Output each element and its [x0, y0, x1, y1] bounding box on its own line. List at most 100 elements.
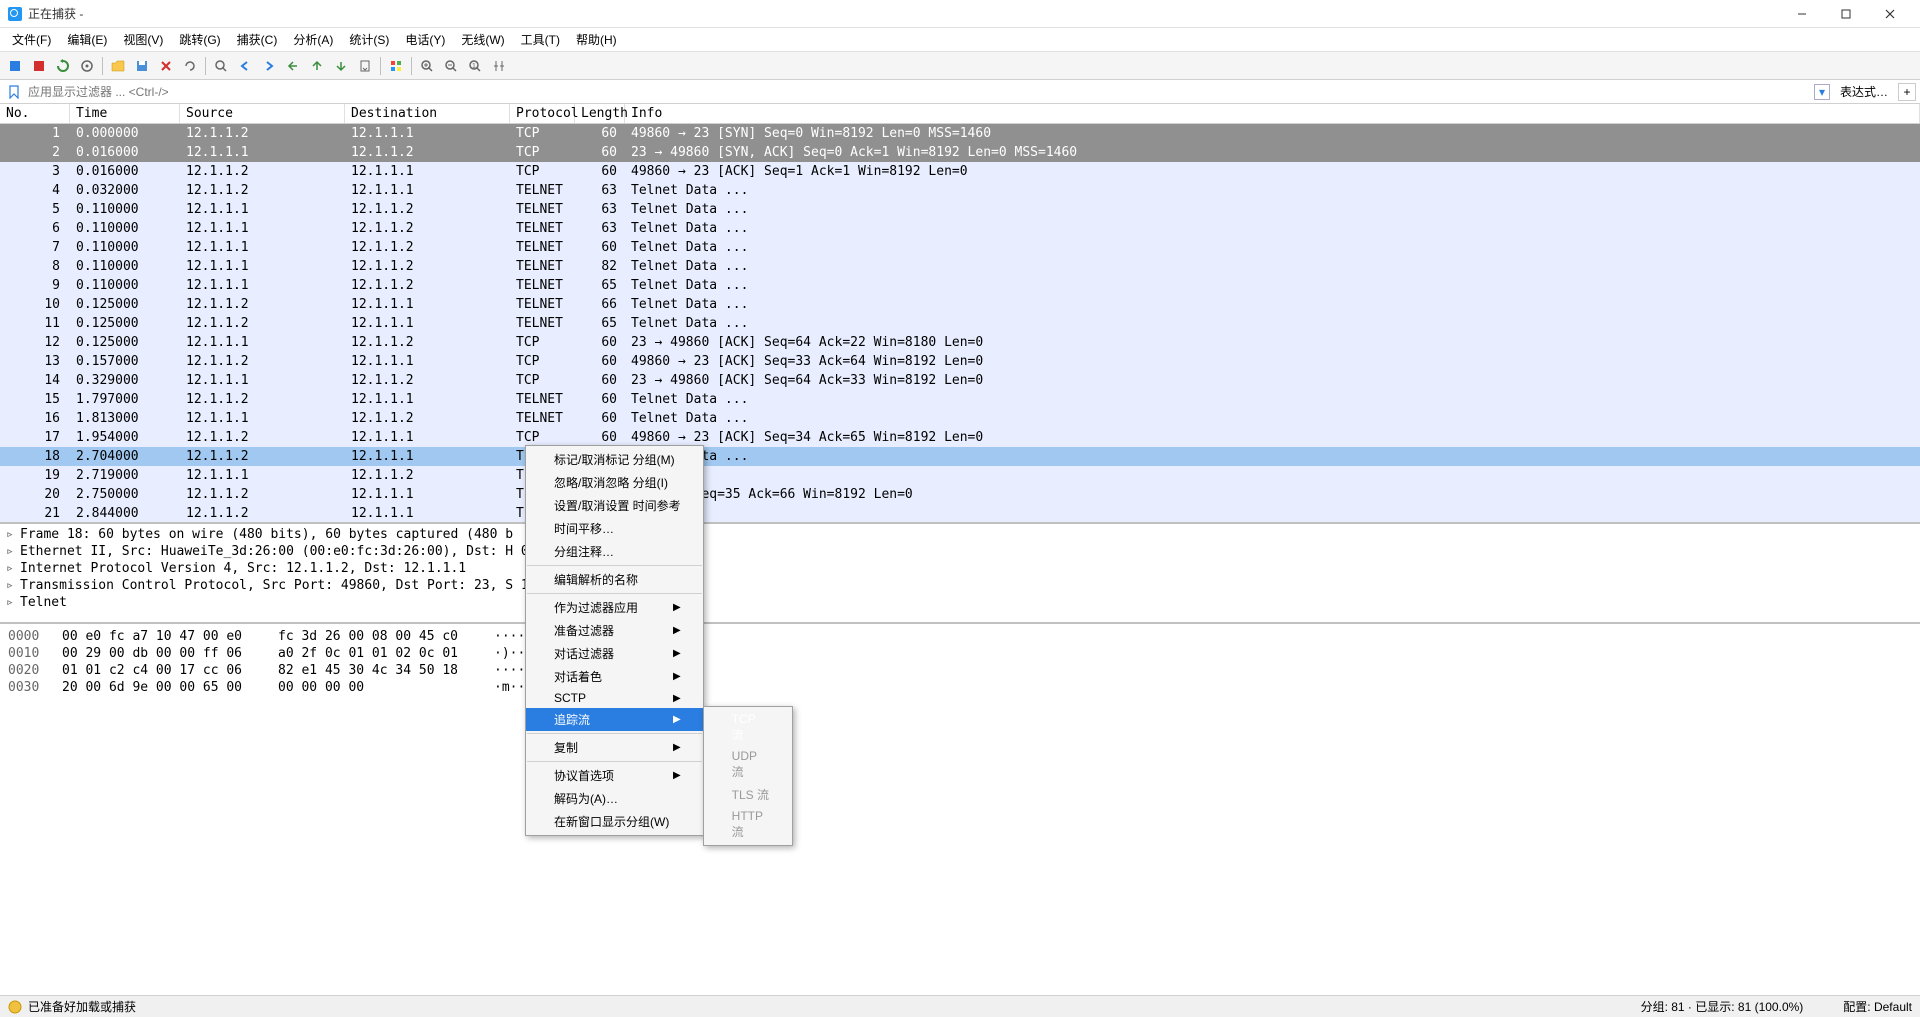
packet-row[interactable]: 192.71900012.1.1.112.1.1.2TELNET ta ...	[0, 466, 1920, 485]
col-length[interactable]: Length	[575, 104, 625, 123]
menu-capture[interactable]: 捕获(C)	[229, 29, 286, 50]
ctx-mark[interactable]: 标记/取消标记 分组(M)	[526, 448, 703, 471]
ctx-ignore[interactable]: 忽略/取消忽略 分组(I)	[526, 471, 703, 494]
menu-edit[interactable]: 编辑(E)	[59, 29, 115, 50]
ctx-convcolor[interactable]: 对话着色▶	[526, 665, 703, 688]
zoom-out-icon[interactable]	[440, 55, 462, 77]
detail-row[interactable]: Frame 18: 60 bytes on wire (480 bits), 6…	[2, 526, 1918, 543]
packet-row[interactable]: 182.70400012.1.1.212.1.1.1TELNET60Telnet…	[0, 447, 1920, 466]
packet-row[interactable]: 90.11000012.1.1.112.1.1.2TELNET65Telnet …	[0, 276, 1920, 295]
colorize-icon[interactable]	[385, 55, 407, 77]
ctx-comment[interactable]: 分组注释…	[526, 540, 703, 563]
bookmark-icon[interactable]	[4, 82, 24, 102]
packet-row[interactable]: 30.01600012.1.1.212.1.1.1TCP6049860 → 23…	[0, 162, 1920, 181]
menu-file[interactable]: 文件(F)	[4, 29, 59, 50]
maximize-button[interactable]	[1824, 0, 1868, 28]
packet-row[interactable]: 161.81300012.1.1.112.1.1.2TELNET60Telnet…	[0, 409, 1920, 428]
packet-row[interactable]: 151.79700012.1.1.212.1.1.1TELNET60Telnet…	[0, 390, 1920, 409]
packet-row[interactable]: 100.12500012.1.1.212.1.1.1TELNET66Telnet…	[0, 295, 1920, 314]
save-file-icon[interactable]	[131, 55, 153, 77]
ctx-sctp[interactable]: SCTP▶	[526, 688, 703, 708]
menu-wireless[interactable]: 无线(W)	[453, 29, 512, 50]
close-button[interactable]	[1868, 0, 1912, 28]
follow-tcp[interactable]: TCP 流	[704, 709, 792, 746]
packet-row[interactable]: 80.11000012.1.1.112.1.1.2TELNET82Telnet …	[0, 257, 1920, 276]
packet-list-header: No. Time Source Destination Protocol Len…	[0, 104, 1920, 124]
close-file-icon[interactable]	[155, 55, 177, 77]
add-filter-button[interactable]: +	[1898, 83, 1916, 101]
goto-packet-icon[interactable]	[282, 55, 304, 77]
hex-row[interactable]: 003020 00 6d 9e 00 00 65 0000 00 00 00 ·…	[8, 679, 1912, 696]
packet-row[interactable]: 40.03200012.1.1.212.1.1.1TELNET63Telnet …	[0, 181, 1920, 200]
ctx-copy[interactable]: 复制▶	[526, 736, 703, 759]
menu-help[interactable]: 帮助(H)	[568, 29, 625, 50]
ctx-asfilter[interactable]: 作为过滤器应用▶	[526, 596, 703, 619]
ctx-timeref[interactable]: 设置/取消设置 时间参考	[526, 494, 703, 517]
menu-tools[interactable]: 工具(T)	[513, 29, 568, 50]
hex-pane[interactable]: 000000 e0 fc a7 10 47 00 e0fc 3d 26 00 0…	[0, 624, 1920, 995]
reload-icon[interactable]	[179, 55, 201, 77]
go-first-icon[interactable]	[306, 55, 328, 77]
filter-dropdown-icon[interactable]: ▾	[1814, 84, 1830, 100]
detail-row[interactable]: Internet Protocol Version 4, Src: 12.1.1…	[2, 560, 1918, 577]
packet-row[interactable]: 120.12500012.1.1.112.1.1.2TCP6023 → 4986…	[0, 333, 1920, 352]
col-source[interactable]: Source	[180, 104, 345, 123]
expression-button[interactable]: 表达式…	[1834, 82, 1894, 101]
restart-capture-icon[interactable]	[52, 55, 74, 77]
menubar: 文件(F) 编辑(E) 视图(V) 跳转(G) 捕获(C) 分析(A) 统计(S…	[0, 28, 1920, 52]
hex-row[interactable]: 002001 01 c2 c4 00 17 cc 0682 e1 45 30 4…	[8, 662, 1912, 679]
packet-row[interactable]: 20.01600012.1.1.112.1.1.2TCP6023 → 49860…	[0, 143, 1920, 162]
go-forward-icon[interactable]	[258, 55, 280, 77]
detail-row[interactable]: Ethernet II, Src: HuaweiTe_3d:26:00 (00:…	[2, 543, 1918, 560]
packet-row[interactable]: 10.00000012.1.1.212.1.1.1TCP6049860 → 23…	[0, 124, 1920, 143]
open-file-icon[interactable]	[107, 55, 129, 77]
zoom-reset-icon[interactable]: 1	[464, 55, 486, 77]
col-time[interactable]: Time	[70, 104, 180, 123]
stop-capture-icon[interactable]	[28, 55, 50, 77]
menu-telephony[interactable]: 电话(Y)	[397, 29, 453, 50]
menu-statistics[interactable]: 统计(S)	[341, 29, 397, 50]
ctx-convfilter[interactable]: 对话过滤器▶	[526, 642, 703, 665]
ctx-protoprefs[interactable]: 协议首选项▶	[526, 764, 703, 787]
status-profile[interactable]: 配置: Default	[1803, 998, 1912, 1015]
packet-row[interactable]: 110.12500012.1.1.212.1.1.1TELNET65Telnet…	[0, 314, 1920, 333]
detail-row[interactable]: Telnet	[2, 594, 1918, 611]
packet-row[interactable]: 202.75000012.1.1.212.1.1.1T 3 [ACK] Seq=…	[0, 485, 1920, 504]
hex-row[interactable]: 001000 29 00 db 00 00 ff 06a0 2f 0c 01 0…	[8, 645, 1912, 662]
ctx-timeshift[interactable]: 时间平移…	[526, 517, 703, 540]
go-last-icon[interactable]	[330, 55, 352, 77]
ctx-editname[interactable]: 编辑解析的名称	[526, 568, 703, 591]
ctx-decodeas[interactable]: 解码为(A)…	[526, 787, 703, 810]
start-capture-icon[interactable]	[4, 55, 26, 77]
display-filter-input[interactable]	[24, 83, 1814, 101]
ctx-prepfilter[interactable]: 准备过滤器▶	[526, 619, 703, 642]
go-back-icon[interactable]	[234, 55, 256, 77]
minimize-button[interactable]	[1780, 0, 1824, 28]
capture-options-icon[interactable]	[76, 55, 98, 77]
find-packet-icon[interactable]	[210, 55, 232, 77]
auto-scroll-icon[interactable]	[354, 55, 376, 77]
menu-analyze[interactable]: 分析(A)	[285, 29, 341, 50]
packet-row[interactable]: 140.32900012.1.1.112.1.1.2TCP6023 → 4986…	[0, 371, 1920, 390]
menu-view[interactable]: 视图(V)	[115, 29, 171, 50]
packet-row[interactable]: 212.84400012.1.1.212.1.1.1T ta ...	[0, 504, 1920, 522]
hex-row[interactable]: 000000 e0 fc a7 10 47 00 e0fc 3d 26 00 0…	[8, 628, 1912, 645]
ctx-follow[interactable]: 追踪流▶ TCP 流 UDP 流 TLS 流 HTTP 流	[526, 708, 703, 731]
col-no[interactable]: No.	[0, 104, 70, 123]
packet-details-pane[interactable]: Frame 18: 60 bytes on wire (480 bits), 6…	[0, 524, 1920, 624]
col-destination[interactable]: Destination	[345, 104, 510, 123]
menu-go[interactable]: 跳转(G)	[171, 29, 228, 50]
detail-row[interactable]: Transmission Control Protocol, Src Port:…	[2, 577, 1918, 594]
packet-row[interactable]: 171.95400012.1.1.212.1.1.1TCP6049860 → 2…	[0, 428, 1920, 447]
zoom-in-icon[interactable]	[416, 55, 438, 77]
expert-info-icon[interactable]	[8, 1000, 22, 1014]
ctx-newwin[interactable]: 在新窗口显示分组(W)	[526, 810, 703, 833]
packet-row[interactable]: 130.15700012.1.1.212.1.1.1TCP6049860 → 2…	[0, 352, 1920, 371]
packet-list[interactable]: 10.00000012.1.1.212.1.1.1TCP6049860 → 23…	[0, 124, 1920, 522]
packet-row[interactable]: 70.11000012.1.1.112.1.1.2TELNET60Telnet …	[0, 238, 1920, 257]
resize-columns-icon[interactable]	[488, 55, 510, 77]
col-protocol[interactable]: Protocol	[510, 104, 575, 123]
packet-row[interactable]: 60.11000012.1.1.112.1.1.2TELNET63Telnet …	[0, 219, 1920, 238]
packet-row[interactable]: 50.11000012.1.1.112.1.1.2TELNET63Telnet …	[0, 200, 1920, 219]
col-info[interactable]: Info	[625, 104, 1920, 123]
